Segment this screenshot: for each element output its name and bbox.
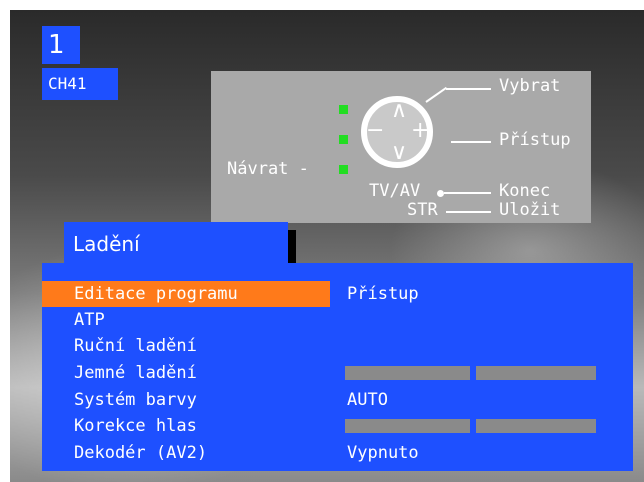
help-select-label: Vybrat [499,76,561,96]
help-save-label: Uložit [499,200,561,220]
green-indicator-2 [339,135,348,144]
menu-item-program-editing[interactable]: Editace programu [42,281,330,307]
menu-item-atp[interactable]: ATP [42,307,330,333]
dpad-icon: ∧ ∨ − + [361,96,433,168]
remote-help-panel: ∧ ∨ − + Vybrat Přístup Návrat - TV/AV Ko… [211,71,591,223]
help-end-label: Konec [499,181,551,201]
menu-title: Ladění [64,222,288,266]
green-indicator-3 [339,165,348,174]
decoder-av2-value: Vypnuto [347,443,419,463]
channel-number: 1 [42,26,80,64]
save-line [446,211,491,213]
minus-icon: − [366,118,385,143]
up-arrow-icon: ∧ [391,98,408,123]
menu-item-fine-tuning[interactable]: Jemné ladění [42,360,330,386]
tuning-menu: Editace programu ATP Ruční ladění Jemné … [42,263,633,471]
sound-correction-bar-left [345,419,470,433]
tvav-dot [437,190,444,197]
select-connector [425,86,448,103]
help-back-label: Návrat - [227,159,309,179]
menu-item-manual-tuning[interactable]: Ruční ladění [42,333,330,359]
menu-item-color-system[interactable]: Systém barvy [42,387,330,413]
program-editing-value: Přístup [347,284,419,304]
tv-screen: 1 CH41 ∧ ∨ − + Vybrat Přístup Návrat - T… [10,10,644,482]
channel-name: CH41 [42,68,118,100]
help-tvav-label: TV/AV [369,181,421,201]
plus-icon: + [411,118,430,143]
down-arrow-icon: ∨ [391,140,408,165]
green-indicator-1 [339,105,348,114]
sound-correction-bar-right [476,419,596,433]
menu-item-sound-correction[interactable]: Korekce hlas [42,413,330,439]
select-line [446,88,491,90]
help-str-label: STR [407,200,438,220]
color-system-value: AUTO [347,390,388,410]
fine-tuning-bar-left [345,366,470,380]
access-line [451,141,491,143]
end-line [444,192,491,194]
fine-tuning-bar-right [476,366,596,380]
menu-item-decoder-av2[interactable]: Dekodér (AV2) [42,440,330,466]
help-access-label: Přístup [499,130,571,150]
